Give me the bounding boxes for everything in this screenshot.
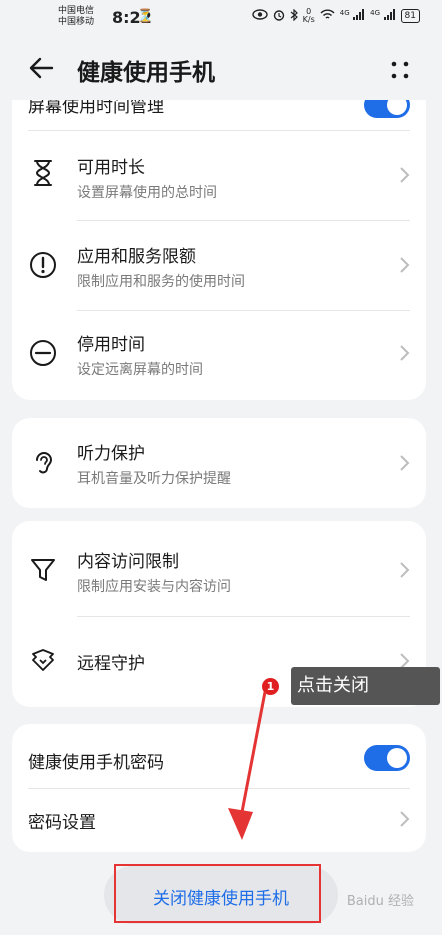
- screen-time-card: 屏幕使用时间管理 可用时长 设置屏幕使用的总时间 应用和服务限额 限制应用和服务…: [12, 100, 426, 400]
- annotation-callout: 点击关闭: [291, 667, 440, 705]
- partial-row-toggle[interactable]: [364, 100, 410, 118]
- password-card: 健康使用手机密码 密码设置: [12, 724, 426, 852]
- alarm-icon: [273, 9, 285, 24]
- hourglass-status-icon: ⏳: [137, 9, 154, 24]
- more-dots-icon[interactable]: [388, 58, 412, 82]
- toggle-knob: [387, 100, 407, 115]
- back-arrow-icon[interactable]: [26, 52, 58, 84]
- row-sublabel: 限制应用和服务的使用时间: [77, 274, 245, 290]
- wifi-icon: [320, 9, 335, 23]
- exclamation-circle-icon: [28, 250, 58, 280]
- battery-icon: 81: [400, 9, 420, 23]
- password-label: 健康使用手机密码: [28, 753, 164, 773]
- chevron-right-icon: [398, 166, 410, 184]
- hourglass-icon: [28, 158, 58, 188]
- filter-icon: [28, 555, 58, 585]
- row-sublabel: 设定远离屏幕的时间: [77, 362, 203, 378]
- row-label: 应用和服务限额: [77, 247, 196, 267]
- partial-row-label: 屏幕使用时间管理: [28, 100, 164, 117]
- toggle-knob: [387, 748, 407, 768]
- status-icons: 0 K/s 4G 4G 81: [251, 8, 420, 24]
- carrier-labels: 中国电信 中国移动: [58, 6, 94, 28]
- annotation-arrow-icon: [220, 690, 280, 850]
- row-label: 可用时长: [77, 158, 145, 178]
- settings-row-downtime[interactable]: 停用时间 设定远离屏幕的时间: [12, 310, 426, 400]
- chevron-right-icon: [398, 454, 410, 472]
- row-label: 听力保护: [77, 444, 145, 464]
- guard-icon: [28, 646, 58, 676]
- password-settings-label: 密码设置: [28, 813, 96, 833]
- chevron-right-icon: [398, 810, 410, 828]
- signal-1-tag: 4G: [339, 9, 350, 17]
- row-label: 停用时间: [77, 335, 145, 355]
- settings-row-hearing[interactable]: 听力保护 耳机音量及听力保护提醒: [12, 418, 426, 508]
- row-sublabel: 限制应用安装与内容访问: [77, 579, 231, 595]
- row-sublabel: 耳机音量及听力保护提醒: [77, 471, 231, 487]
- carrier-1: 中国电信: [58, 6, 95, 16]
- net-speed-unit: K/s: [302, 15, 315, 24]
- eye-icon: [251, 9, 268, 23]
- signal-2-icon: 4G: [370, 9, 395, 23]
- signal-1-icon: 4G: [340, 9, 365, 23]
- bluetooth-icon: [290, 8, 298, 24]
- row-sublabel: 设置屏幕使用的总时间: [77, 185, 217, 201]
- page-title: 健康使用手机: [77, 60, 215, 86]
- chevron-right-icon: [398, 256, 410, 274]
- carrier-2: 中国移动: [58, 17, 95, 27]
- hearing-card: 听力保护 耳机音量及听力保护提醒: [12, 418, 426, 508]
- row-label: 远程守护: [77, 654, 145, 674]
- page-header: 健康使用手机: [0, 40, 442, 100]
- settings-row-password-settings[interactable]: 密码设置: [12, 788, 426, 852]
- status-bar: 中国电信 中国移动 8:22 ⏳ 0 K/s 4G 4G 81: [0, 0, 442, 34]
- ear-icon: [28, 448, 58, 478]
- highlight-box: [114, 864, 321, 923]
- password-toggle[interactable]: [364, 745, 410, 771]
- chevron-right-icon: [398, 561, 410, 579]
- row-label: 内容访问限制: [77, 552, 179, 572]
- settings-row-usage-time[interactable]: 可用时长 设置屏幕使用的总时间: [12, 130, 426, 220]
- settings-row-password-toggle[interactable]: 健康使用手机密码: [12, 724, 426, 788]
- net-speed: 0 K/s: [303, 8, 315, 24]
- partial-row[interactable]: 屏幕使用时间管理: [12, 100, 426, 130]
- minus-circle-icon: [28, 338, 58, 368]
- settings-row-app-limits[interactable]: 应用和服务限额 限制应用和服务的使用时间: [12, 220, 426, 310]
- settings-row-content-limit[interactable]: 内容访问限制 限制应用安装与内容访问: [12, 521, 426, 613]
- watermark: Baidu 经验: [346, 894, 414, 909]
- signal-2-tag: 4G: [370, 9, 381, 17]
- chevron-right-icon: [398, 344, 410, 362]
